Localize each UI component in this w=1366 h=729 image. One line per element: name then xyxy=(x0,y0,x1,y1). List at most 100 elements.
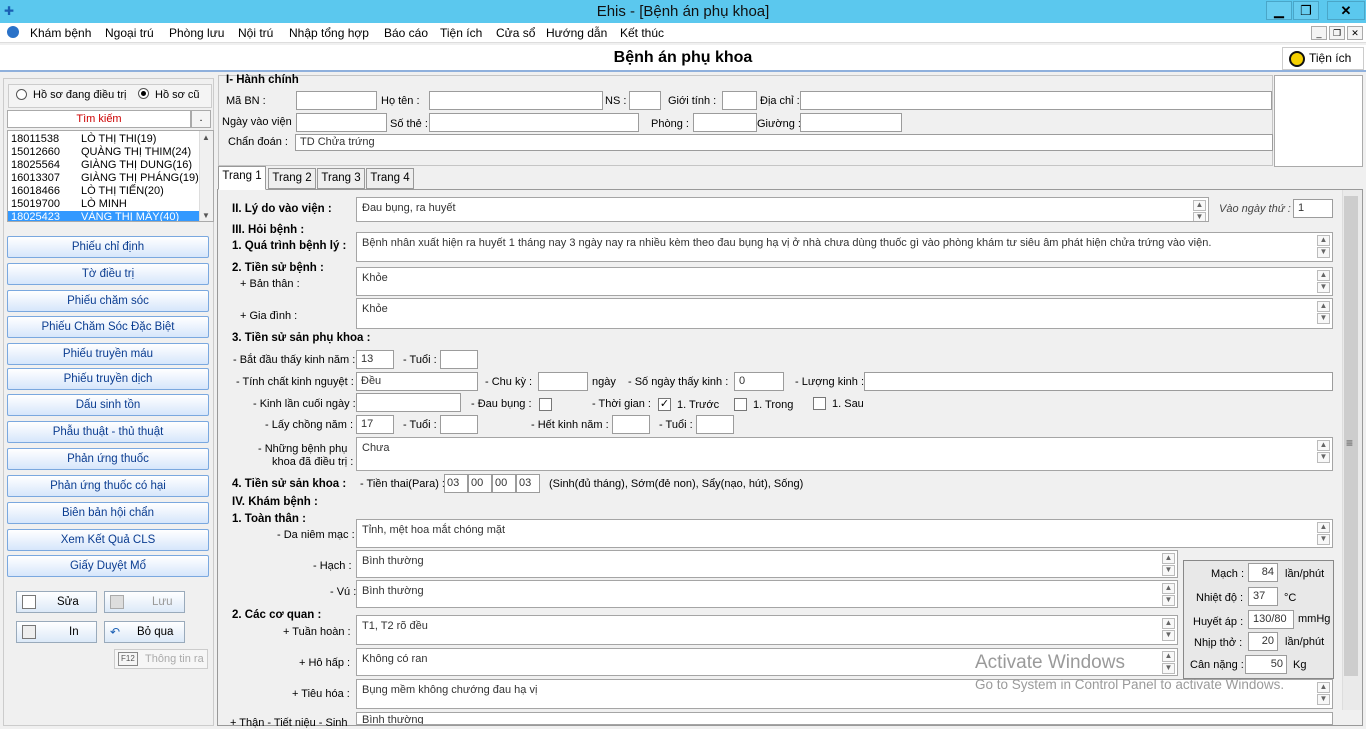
tab-trang-3[interactable]: Trang 3 xyxy=(317,168,365,189)
list-item[interactable]: 16013307 GIÀNG THỊ PHÁNG(19) xyxy=(8,172,200,185)
tab-trang-2[interactable]: Trang 2 xyxy=(268,168,316,189)
temperature-field[interactable]: 37 xyxy=(1248,587,1278,606)
circulation-spinner[interactable]: ▲ ▼ xyxy=(1162,618,1175,642)
diagnosis-field[interactable]: TD Chửa trứng xyxy=(295,134,1273,151)
last-period-field[interactable] xyxy=(356,393,461,412)
mdi-restore-button[interactable]: ❐ xyxy=(1329,26,1345,40)
patient-list-scrollbar[interactable]: ▲ ▼ xyxy=(199,131,213,221)
menu-nhap-tong-hop[interactable]: Nhập tổng hợp xyxy=(289,26,369,40)
nav-phieu-truyen-dich[interactable]: Phiếu truyền dịch xyxy=(7,368,209,390)
tab-trang-1[interactable]: Trang 1 xyxy=(218,166,266,190)
pain-before-checkbox[interactable]: ✓ xyxy=(658,398,671,411)
personal-history-spinner[interactable]: ▲ ▼ xyxy=(1317,270,1330,294)
mdi-close-button[interactable]: ✕ xyxy=(1347,26,1363,40)
nav-phau-thuat[interactable]: Phẫu thuật - thủ thuật xyxy=(7,421,209,443)
personal-history-field[interactable]: Khỏe ▲ ▼ xyxy=(356,267,1333,296)
menarche-year-field[interactable]: 13 xyxy=(356,350,394,369)
address-field[interactable] xyxy=(800,91,1272,110)
para-premature-field[interactable]: 00 xyxy=(468,474,492,493)
treated-diseases-field[interactable]: Chưa ▲ ▼ xyxy=(356,437,1333,471)
menu-cua-so[interactable]: Cửa sổ xyxy=(496,26,535,40)
menu-tien-ich[interactable]: Tiện ích xyxy=(440,26,482,40)
full-name-field[interactable] xyxy=(429,91,603,110)
menu-ket-thuc[interactable]: Kết thúc xyxy=(620,26,664,40)
list-item[interactable]: 15019700LÒ MINH PHƯƠNG(18) xyxy=(8,198,200,221)
search-options-button[interactable]: . xyxy=(191,110,211,128)
menu-bao-cao[interactable]: Báo cáo xyxy=(384,26,428,40)
menu-ngoai-tru[interactable]: Ngoại trú xyxy=(105,26,154,40)
treated-diseases-spinner[interactable]: ▲ ▼ xyxy=(1317,440,1330,464)
card-number-field[interactable] xyxy=(429,113,639,132)
breast-spinner[interactable]: ▲ ▼ xyxy=(1162,583,1175,607)
para-living-field[interactable]: 03 xyxy=(516,474,540,493)
flow-amount-field[interactable] xyxy=(864,372,1333,391)
list-item[interactable]: 15012660 QUÀNG THỊ THIM(24) xyxy=(8,146,200,159)
menu-phong-luu[interactable]: Phòng lưu xyxy=(169,26,224,40)
pain-after-checkbox[interactable] xyxy=(813,397,826,410)
disease-course-field[interactable]: Bệnh nhân xuất hiện ra huyết 1 tháng nay… xyxy=(356,232,1333,262)
menu-noi-tru[interactable]: Nội trú xyxy=(238,26,273,40)
cycle-length-field[interactable] xyxy=(538,372,588,391)
patient-id-field[interactable] xyxy=(296,91,377,110)
list-item[interactable]: 18011538 LÒ THỊ THI(19) xyxy=(8,133,200,146)
menu-huong-dan[interactable]: Hướng dẫn xyxy=(546,26,607,40)
menopause-year-field[interactable] xyxy=(612,415,650,434)
period-days-field[interactable]: 0 xyxy=(734,372,784,391)
nav-phieu-truyen-mau[interactable]: Phiếu truyền máu xyxy=(7,343,209,365)
nav-xem-ket-qua-cls[interactable]: Xem Kết Quả CLS xyxy=(7,529,209,551)
nav-to-dieu-tri[interactable]: Tờ điều trị xyxy=(7,263,209,285)
room-field[interactable] xyxy=(693,113,757,132)
para-full-term-field[interactable]: 03 xyxy=(444,474,468,493)
lymph-spinner[interactable]: ▲ ▼ xyxy=(1162,553,1175,577)
nav-giay-duyet-mo[interactable]: Giấy Duyệt Mổ xyxy=(7,555,209,577)
nav-phan-ung-thuoc-co-hai[interactable]: Phản ứng thuốc có hại xyxy=(7,475,209,497)
menu-kham-benh[interactable]: Khám bệnh xyxy=(30,26,91,40)
scroll-up-icon[interactable]: ▲ xyxy=(202,133,210,142)
nav-dau-sinh-ton[interactable]: Dấu sinh tồn xyxy=(7,394,209,416)
respiratory-spinner[interactable]: ▲ ▼ xyxy=(1162,651,1175,675)
admission-date-field[interactable] xyxy=(296,113,387,132)
radio-current-records[interactable] xyxy=(16,89,27,100)
pain-during-checkbox[interactable] xyxy=(734,398,747,411)
skin-mucosa-spinner[interactable]: ▲ ▼ xyxy=(1317,522,1330,546)
save-button[interactable]: Lưu xyxy=(104,591,185,613)
weight-field[interactable]: 50 xyxy=(1245,655,1287,674)
tab-trang-4[interactable]: Trang 4 xyxy=(366,168,414,189)
nav-phieu-chi-dinh[interactable]: Phiếu chỉ định xyxy=(7,236,209,258)
lymph-field[interactable]: Bình thường ▲ ▼ xyxy=(356,550,1178,578)
list-item[interactable]: 18025564 GIÀNG THỊ DUNG(16) xyxy=(8,159,200,172)
mdi-minimize-button[interactable]: _ xyxy=(1311,26,1327,40)
reason-field[interactable]: Đau bụng, ra huyết ▲ ▼ xyxy=(356,197,1209,222)
reason-spinner[interactable]: ▲ ▼ xyxy=(1193,200,1206,221)
family-history-field[interactable]: Khỏe ▲ ▼ xyxy=(356,298,1333,329)
renal-field[interactable]: Bình thường xyxy=(356,712,1333,725)
gender-field[interactable] xyxy=(722,91,757,110)
admission-day-field[interactable]: 1 xyxy=(1293,199,1333,218)
para-abortion-field[interactable]: 00 xyxy=(492,474,516,493)
skin-mucosa-field[interactable]: Tỉnh, mệt hoa mắt chóng mặt ▲ ▼ xyxy=(356,519,1333,548)
bed-field[interactable] xyxy=(800,113,902,132)
blood-pressure-field[interactable]: 130/80 xyxy=(1248,610,1294,629)
edit-button[interactable]: Sửa xyxy=(16,591,97,613)
menarche-age-field[interactable] xyxy=(440,350,478,369)
circulation-field[interactable]: T1, T2 rõ đều ▲ ▼ xyxy=(356,615,1178,645)
abdominal-pain-checkbox[interactable] xyxy=(539,398,552,411)
maximize-button[interactable]: ❐ xyxy=(1293,1,1319,20)
marriage-year-field[interactable]: 17 xyxy=(356,415,394,434)
nav-phieu-cham-soc-dac-biet[interactable]: Phiếu Chăm Sóc Đặc Biệt xyxy=(7,316,209,338)
list-item[interactable]: 16018466 LÒ THỊ TIẾN(20) xyxy=(8,185,200,198)
cycle-nature-field[interactable]: Đều xyxy=(356,372,478,391)
discharge-info-button[interactable]: F12 Thông tin ra xyxy=(114,649,208,669)
menopause-age-field[interactable] xyxy=(696,415,734,434)
family-history-spinner[interactable]: ▲ ▼ xyxy=(1317,301,1330,325)
print-button[interactable]: In xyxy=(16,621,97,643)
nav-phan-ung-thuoc[interactable]: Phản ứng thuốc xyxy=(7,448,209,470)
scroll-down-icon[interactable]: ▼ xyxy=(202,211,210,220)
birth-year-field[interactable] xyxy=(629,91,661,110)
skip-button[interactable]: ↶ Bỏ qua xyxy=(104,621,185,643)
search-box[interactable]: Tìm kiếm xyxy=(7,110,191,128)
marriage-age-field[interactable] xyxy=(440,415,478,434)
minimize-button[interactable]: ▁ xyxy=(1266,1,1292,20)
patient-list[interactable]: 18011538 LÒ THỊ THI(19) 15012660 QUÀNG THỊ… xyxy=(7,130,214,222)
list-item-selected[interactable]: 18025423 VÀNG THỊ MẦY(40) xyxy=(8,211,200,221)
